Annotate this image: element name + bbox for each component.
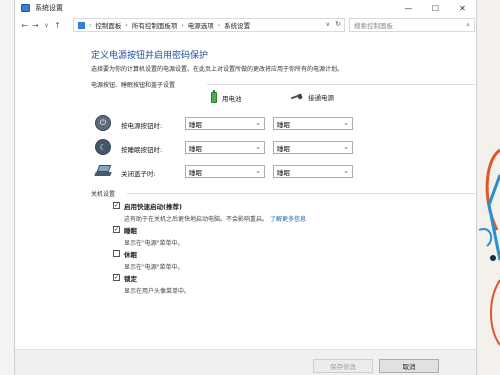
breadcrumb-icon	[78, 21, 85, 29]
up-arrow-icon[interactable]: ↑	[52, 18, 63, 32]
select-value: 睡眠	[277, 168, 290, 177]
select-value: 睡眠	[189, 120, 202, 129]
close-lid-battery-select[interactable]: 睡眠 ⌄	[185, 165, 265, 178]
column-plugged-label: 接通电源	[308, 94, 334, 102]
section-power-buttons: 电源按钮、睡眠按钮和盖子设置	[91, 82, 176, 89]
select-value: 睡眠	[277, 120, 290, 129]
chevron-down-icon: ⌄	[255, 167, 261, 175]
breadcrumb-power-options[interactable]: 电源选项	[188, 20, 214, 30]
sleep-moon-icon: ☾	[95, 139, 111, 155]
power-button-battery-select[interactable]: 睡眠 ⌄	[185, 117, 265, 130]
breadcrumb-separator-icon: ›	[217, 21, 221, 29]
laptop-lid-icon	[94, 163, 112, 179]
sleep-checkbox[interactable]: ✓	[113, 226, 120, 233]
battery-icon	[211, 90, 217, 103]
window-title: 系统设置	[35, 4, 63, 12]
breadcrumb-system-settings[interactable]: 系统设置	[224, 20, 250, 30]
power-plug-icon	[291, 94, 303, 100]
forward-arrow-icon[interactable]: →	[30, 18, 41, 32]
desktop-artwork	[478, 148, 500, 346]
power-button-row: ⏻	[95, 114, 111, 132]
hibernate-option: 休眠 显示在"电源"菜单中。	[113, 249, 184, 271]
recent-chevron-down-icon[interactable]: ∨	[41, 18, 52, 32]
address-bar: ← → ∨ ↑ › 控制面板 › 所有控制面板项 › 电源选项 › 系统设置 ∨…	[15, 16, 476, 34]
minimize-button[interactable]: —	[395, 0, 422, 16]
power-button-plugged-select[interactable]: 睡眠 ⌄	[273, 117, 353, 130]
chevron-down-icon: ⌄	[343, 143, 349, 151]
lock-checkbox[interactable]: ✓	[113, 274, 120, 281]
desktop-left-edge	[0, 0, 14, 375]
chevron-down-icon: ⌄	[343, 119, 349, 127]
close-button[interactable]: ✕	[449, 0, 476, 16]
cancel-button[interactable]: 取消	[379, 359, 439, 373]
sleep-button-battery-select[interactable]: 睡眠 ⌄	[185, 141, 265, 154]
close-lid-label: 关闭盖子时:	[121, 170, 156, 178]
control-panel-icon	[21, 4, 30, 12]
hibernate-label: 休眠	[124, 251, 137, 259]
breadcrumb-separator-icon: ›	[89, 21, 92, 29]
breadcrumb-all-items[interactable]: 所有控制面板项	[132, 20, 178, 30]
power-button-label: 按电源按钮时:	[121, 122, 163, 130]
breadcrumb[interactable]: › 控制面板 › 所有控制面板项 › 电源选项 › 系统设置 ∨ ↻	[73, 18, 345, 32]
select-value: 睡眠	[189, 144, 202, 153]
hibernate-checkbox[interactable]	[113, 250, 120, 257]
sleep-button-plugged-select[interactable]: 睡眠 ⌄	[273, 141, 353, 154]
fast-startup-checkbox[interactable]: ✓	[113, 202, 120, 209]
column-battery-label: 用电池	[222, 94, 242, 103]
section-divider	[207, 84, 475, 85]
title-bar[interactable]: 系统设置 — ☐ ✕	[15, 0, 476, 16]
close-lid-plugged-select[interactable]: 睡眠 ⌄	[273, 165, 353, 178]
lock-option: ✓ 锁定 显示在用户头像菜单中。	[113, 273, 190, 295]
search-icon[interactable]: ⌕	[466, 21, 470, 30]
close-lid-row	[94, 162, 112, 180]
sleep-option: ✓ 睡眠 显示在"电源"菜单中。	[113, 225, 184, 247]
page-title: 定义电源按钮并启用密码保护	[91, 51, 209, 61]
search-placeholder: 搜索控制面板	[354, 22, 393, 30]
fast-startup-option: ✓ 启用快速启动(推荐) 这有助于在关机之后更快地启动电脑。不会影响重启。 了解…	[113, 201, 306, 223]
sleep-desc: 显示在"电源"菜单中。	[124, 240, 184, 247]
column-header-plugged: 接通电源	[291, 92, 334, 102]
footer-bar: 保存修改 取消	[15, 349, 476, 375]
learn-more-link[interactable]: 了解更多信息	[270, 216, 306, 223]
breadcrumb-separator-icon: ›	[125, 21, 128, 29]
select-value: 睡眠	[277, 144, 290, 153]
section-divider	[127, 193, 475, 194]
hibernate-desc: 显示在"电源"菜单中。	[124, 264, 184, 271]
main-content: 定义电源按钮并启用密码保护 选择要为你的计算机设置的电源设置。在此页上对设置所做…	[15, 34, 476, 349]
refresh-icon[interactable]: ↻	[335, 20, 341, 28]
intro-text: 选择要为你的计算机设置的电源设置。在此页上对设置所做的更改将应用于你所有的电源计…	[91, 66, 344, 73]
save-changes-button[interactable]: 保存修改	[313, 359, 373, 373]
sleep-button-label: 按睡眠按钮时:	[121, 146, 163, 154]
lock-label: 锁定	[124, 275, 137, 283]
address-dropdown-chevron-icon[interactable]: ∨	[326, 21, 330, 28]
select-value: 睡眠	[189, 168, 202, 177]
chevron-down-icon: ⌄	[255, 119, 261, 127]
back-arrow-icon[interactable]: ←	[19, 18, 30, 32]
maximize-button[interactable]: ☐	[422, 0, 449, 16]
column-header-battery: 用电池	[211, 90, 242, 103]
sleep-label: 睡眠	[124, 227, 137, 235]
chevron-down-icon: ⌄	[255, 143, 261, 151]
sleep-button-row: ☾	[95, 138, 111, 156]
lock-desc: 显示在用户头像菜单中。	[124, 288, 191, 295]
breadcrumb-control-panel[interactable]: 控制面板	[95, 20, 121, 30]
breadcrumb-separator-icon: ›	[181, 21, 184, 29]
system-settings-window: 系统设置 — ☐ ✕ ← → ∨ ↑ › 控制面板 › 所有控制面板项 › 电源…	[14, 0, 477, 375]
desktop-background	[477, 0, 500, 375]
chevron-down-icon: ⌄	[343, 167, 349, 175]
search-input[interactable]: 搜索控制面板 ⌕	[349, 18, 475, 32]
fast-startup-label: 启用快速启动(推荐)	[124, 203, 182, 211]
power-button-icon: ⏻	[95, 115, 111, 131]
fast-startup-desc: 这有助于在关机之后更快地启动电脑。不会影响重启。 了解更多信息	[124, 214, 306, 223]
fast-startup-desc-text: 这有助于在关机之后更快地启动电脑。不会影响重启。	[124, 216, 269, 223]
section-shutdown: 关机设置	[91, 191, 116, 198]
